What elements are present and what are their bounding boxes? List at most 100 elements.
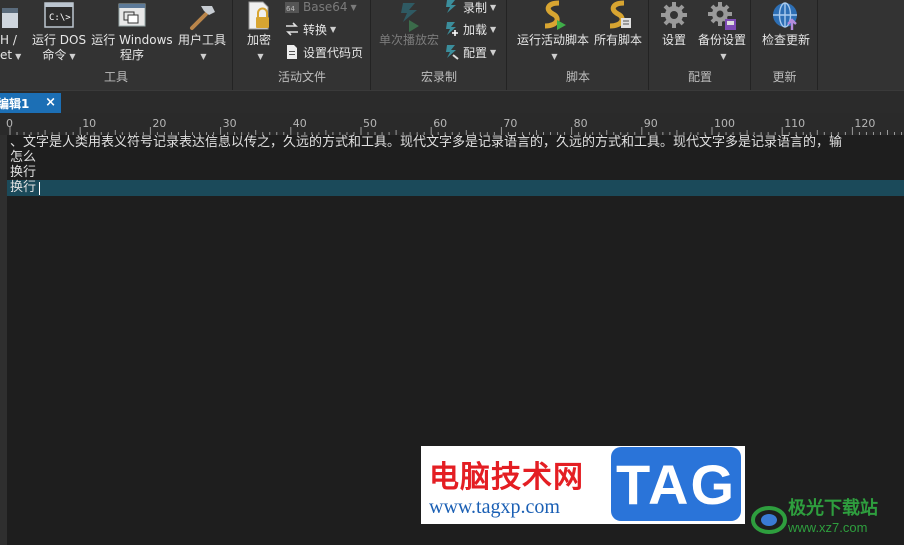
set-codepage-button[interactable]: 设置代码页 <box>284 43 363 61</box>
column-ruler: 0 10 20 30 40 50 60 70 80 90 100 110 120 <box>0 113 904 135</box>
group-configuration: 设置 备份设置 ▼ 配置 <box>650 0 751 90</box>
base64-icon: 64 <box>285 2 299 13</box>
group-update-label: 更新 <box>772 70 797 84</box>
ssh-telnet-button[interactable]: H / et ▼ <box>0 0 24 64</box>
play-macro-label: 单次播放宏 <box>378 33 439 47</box>
svg-text:64: 64 <box>286 5 295 13</box>
ruler-label: 90 <box>644 117 658 130</box>
document-tab-strip: 编辑1 × <box>0 90 904 114</box>
configure-macro-icon <box>446 45 459 60</box>
editor-line-3[interactable]: 换行 <box>10 165 36 181</box>
dropdown-arrow-icon: ▼ <box>490 47 497 57</box>
check-updates-button[interactable]: 检查更新 <box>756 0 816 48</box>
ruler-label: 30 <box>223 117 237 130</box>
record-macro-icon <box>446 0 456 13</box>
encrypt-lock-icon <box>240 0 278 33</box>
load-macro-button[interactable]: 加载 ▼ <box>444 20 496 38</box>
dropdown-arrow-icon: ▼ <box>200 52 207 61</box>
record-label: 录制 <box>463 0 488 15</box>
ruler-label: 10 <box>82 117 96 130</box>
run-windows-program-button[interactable]: 运行 Windows 程序 <box>90 0 174 63</box>
dropdown-arrow-icon: ▼ <box>257 52 264 61</box>
run-active-script-button[interactable]: 运行活动脚本 ▼ <box>512 0 594 64</box>
group-tools-label: 工具 <box>103 70 128 84</box>
aurora-logo-icon <box>751 506 787 534</box>
codepage-icon <box>287 45 297 59</box>
dos-console-icon: C:\> <box>30 0 88 33</box>
ribbon-toolbar: H / et ▼ C:\> 运行 DOS 命令 ▼ 运行 Windows 程序 用户… <box>0 0 904 90</box>
tagxp-watermark-url: www.tagxp.com <box>429 496 560 518</box>
user-tools-label: 用户工具 <box>177 33 226 47</box>
editor-line-1[interactable]: 、文字是人类用表义符号记录表达信息以传之，久远的方式和工具。现代文字多是记录语言… <box>10 135 842 151</box>
ruler-label: 20 <box>152 117 166 130</box>
group-macro-label: 宏录制 <box>420 70 457 84</box>
run-dos-label-2: 命令 <box>42 48 67 62</box>
encrypt-button[interactable]: 加密 ▼ <box>240 0 278 64</box>
ruler-label: 70 <box>503 117 517 130</box>
dropdown-arrow-icon: ▼ <box>350 2 357 12</box>
gear-icon <box>654 0 694 33</box>
group-scripts: 运行活动脚本 ▼ 所有脚本 脚本 <box>508 0 649 90</box>
base64-button[interactable]: 64 Base64 ▼ <box>284 0 357 16</box>
play-macro-once-button[interactable]: 单次播放宏 <box>376 0 442 48</box>
close-tab-icon[interactable]: × <box>45 95 56 110</box>
group-update: 检查更新 更新 <box>752 0 818 90</box>
run-dos-command-button[interactable]: C:\> 运行 DOS 命令 ▼ <box>30 0 88 64</box>
check-updates-label: 检查更新 <box>761 33 810 47</box>
ssh-label-2: et <box>0 48 13 62</box>
dropdown-arrow-icon: ▼ <box>551 52 558 61</box>
globe-update-icon <box>756 0 816 33</box>
run-script-icon <box>512 0 594 33</box>
record-macro-button[interactable]: 录制 ▼ <box>444 0 496 16</box>
settings-button[interactable]: 设置 <box>654 0 694 48</box>
dropdown-arrow-icon: ▼ <box>490 24 497 34</box>
group-scripts-label: 脚本 <box>565 70 590 84</box>
editor-line-2[interactable]: 怎么 <box>10 150 36 166</box>
run-active-script-label: 运行活动脚本 <box>516 33 589 47</box>
run-windows-label-1: 运行 Windows <box>91 33 173 47</box>
svg-text:C:\>: C:\> <box>49 13 71 23</box>
dropdown-arrow-icon: ▼ <box>69 52 76 61</box>
load-label: 加载 <box>463 22 488 37</box>
current-line-highlight <box>7 180 904 196</box>
dropdown-arrow-icon: ▼ <box>330 24 337 34</box>
dropdown-arrow-icon: ▼ <box>15 52 22 61</box>
configure-macro-button[interactable]: 配置 ▼ <box>444 43 496 61</box>
dropdown-arrow-icon: ▼ <box>720 52 727 61</box>
ssh-label-1: H / <box>0 33 17 47</box>
dropdown-arrow-icon: ▼ <box>490 2 497 12</box>
ruler-label: 60 <box>433 117 447 130</box>
editor-line-4[interactable]: 换行 <box>10 180 36 196</box>
encrypt-label: 加密 <box>246 33 271 47</box>
windows-program-icon <box>90 0 174 33</box>
tagxp-watermark: 电脑技术网 www.tagxp.com TAG <box>421 446 745 524</box>
text-caret <box>39 182 40 195</box>
user-tools-button[interactable]: 用户工具 ▼ <box>174 0 230 64</box>
backup-settings-label: 备份设置 <box>697 33 746 47</box>
all-scripts-label: 所有脚本 <box>593 33 642 47</box>
group-active-file: 加密 ▼ 64 Base64 ▼ 转换 ▼ 设置代码页 活动文件 <box>234 0 371 90</box>
ruler-label: 50 <box>363 117 377 130</box>
run-dos-label-1: 运行 DOS <box>31 33 87 47</box>
tab-edit1[interactable]: 编辑1 × <box>0 93 61 114</box>
ruler-label: 80 <box>574 117 588 130</box>
xz7-watermark-url: www.xz7.com <box>788 520 868 535</box>
all-scripts-icon <box>592 0 644 33</box>
convert-button[interactable]: 转换 ▼ <box>284 20 336 38</box>
configure-label: 配置 <box>463 45 488 60</box>
group-macro-recording: 单次播放宏 录制 ▼ 加载 ▼ 配置 ▼ 宏录制 <box>372 0 507 90</box>
load-macro-icon <box>446 22 458 36</box>
tab-edit1-label: 编辑1 <box>0 97 30 111</box>
play-macro-icon <box>376 0 442 33</box>
backup-settings-button[interactable]: 备份设置 ▼ <box>694 0 750 64</box>
set-codepage-label: 设置代码页 <box>303 45 364 60</box>
terminal-icon <box>0 0 24 33</box>
group-configuration-label: 配置 <box>687 70 712 84</box>
ruler-label: 40 <box>293 117 307 130</box>
ruler-ticks: 0 10 20 30 40 50 60 70 80 90 100 110 120 <box>6 117 903 135</box>
ruler-label: 120 <box>854 117 875 130</box>
all-scripts-button[interactable]: 所有脚本 <box>592 0 644 48</box>
hammer-icon <box>174 0 230 33</box>
run-windows-label-2: 程序 <box>119 48 144 62</box>
ruler-label: 0 <box>6 117 13 130</box>
